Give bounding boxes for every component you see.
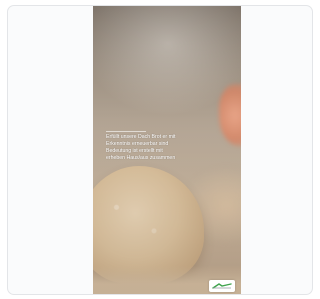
caption-line: Erfüllt unsere Dach Brot er mit: [106, 134, 176, 140]
preview-card[interactable]: Erfüllt unsere Dach Brot er mit Erkenntn…: [7, 5, 313, 295]
caption-line: erheben Haus/aus zusammen: [106, 155, 176, 161]
caption-line: Bedeutung ist erstellt mit: [106, 148, 163, 154]
caption-line: Erkenntnis erneuerbar sind: [106, 141, 169, 147]
brand-logo: [209, 280, 235, 292]
story-preview-image[interactable]: Erfüllt unsere Dach Brot er mit Erkenntn…: [93, 6, 241, 294]
story-caption: Erfüllt unsere Dach Brot er mit Erkenntn…: [106, 134, 234, 162]
brand-logo-icon: [212, 283, 232, 289]
caption-divider: [106, 131, 146, 132]
